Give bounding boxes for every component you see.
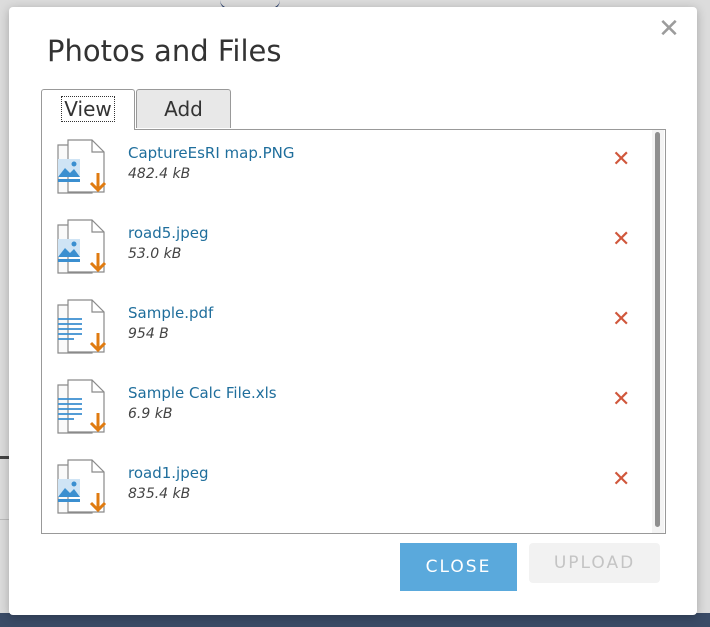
file-item: Sample.pdf 954 B ✕	[42, 290, 647, 370]
upload-button[interactable]: UPLOAD	[529, 543, 660, 583]
image-file-download-icon	[57, 459, 107, 514]
file-list: CaptureEsRI map.PNG 482.4 kB ✕ road5.jpe…	[42, 130, 649, 533]
tab-add-label: Add	[164, 97, 203, 121]
tab-view-label: View	[61, 96, 115, 122]
image-file-download-icon	[57, 219, 107, 274]
file-item: road1.jpeg 835.4 kB ✕	[42, 450, 647, 530]
delete-icon[interactable]: ✕	[612, 150, 634, 170]
delete-icon[interactable]: ✕	[612, 310, 634, 330]
tab-add[interactable]: Add	[136, 89, 231, 128]
document-file-download-icon	[57, 379, 107, 434]
close-icon[interactable]: ✕	[657, 16, 681, 42]
delete-icon[interactable]: ✕	[612, 390, 634, 410]
map-panel-fragment	[0, 456, 9, 520]
file-name-link[interactable]: Sample Calc File.xls	[128, 384, 277, 402]
file-list-panel: CaptureEsRI map.PNG 482.4 kB ✕ road5.jpe…	[41, 129, 666, 534]
file-name-link[interactable]: CaptureEsRI map.PNG	[128, 144, 295, 162]
file-name-link[interactable]: road1.jpeg	[128, 464, 208, 482]
document-file-download-icon	[57, 299, 107, 354]
file-item: road5.jpeg 53.0 kB ✕	[42, 210, 647, 290]
map-attribution-fragment	[697, 480, 710, 520]
file-size: 835.4 kB	[128, 486, 191, 502]
delete-icon[interactable]: ✕	[612, 230, 634, 250]
close-button[interactable]: CLOSE	[400, 543, 517, 591]
file-name-link[interactable]: Sample.pdf	[128, 304, 213, 322]
file-item: CaptureEsRI map.PNG 482.4 kB ✕	[42, 130, 647, 210]
file-item: Sample Calc File.xls 6.9 kB ✕	[42, 370, 647, 450]
scrollbar-thumb[interactable]	[655, 132, 660, 527]
file-size: 482.4 kB	[128, 166, 191, 182]
delete-icon[interactable]: ✕	[612, 470, 634, 490]
file-size: 954 B	[128, 326, 169, 342]
file-list-scrollbar[interactable]	[652, 130, 664, 533]
map-footer-strip	[0, 613, 710, 627]
photos-files-dialog: ✕ Photos and Files View Add CaptureEsRI …	[9, 7, 697, 615]
file-name-link[interactable]: road5.jpeg	[128, 224, 208, 242]
dialog-title: Photos and Files	[47, 34, 282, 68]
file-size: 53.0 kB	[128, 246, 182, 262]
file-size: 6.9 kB	[128, 406, 173, 422]
tab-view[interactable]: View	[41, 89, 135, 130]
image-file-download-icon	[57, 139, 107, 194]
